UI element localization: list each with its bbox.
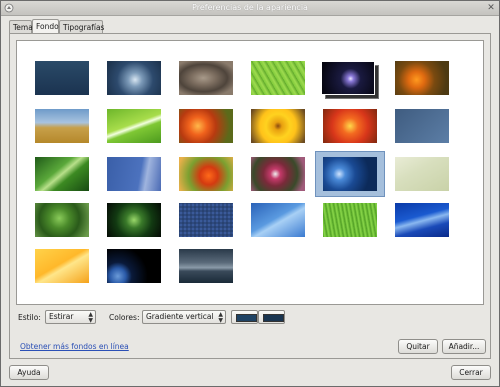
tab-tema[interactable]: Tema [9,20,33,33]
wallpaper-thumb[interactable] [179,157,233,191]
wallpaper-thumb[interactable] [395,203,449,237]
wallpaper-thumb[interactable] [35,61,89,95]
wallpaper-thumb[interactable] [395,61,449,95]
close-button[interactable]: Cerrar [451,365,491,380]
title-bar[interactable]: Preferencias de la apariencia ✕ [1,1,499,16]
colors-combo-value: Gradiente vertical [146,312,214,321]
wallpaper-thumb[interactable] [395,157,449,191]
remove-button[interactable]: Quitar [398,339,438,354]
wallpaper-thumb[interactable] [107,203,161,237]
primary-color-swatch [236,314,257,322]
window-title: Preferencias de la apariencia [192,3,308,12]
wallpaper-thumb[interactable] [251,157,305,191]
background-panel: Estilo: Estirar ▲ ▼ Colores: Gradiente ve… [9,33,491,359]
help-button[interactable]: Ayuda [9,365,49,380]
wallpaper-thumb[interactable] [35,203,89,237]
appearance-preferences-window: Preferencias de la apariencia ✕ Tema Fon… [0,0,500,387]
wallpaper-thumb[interactable] [179,61,233,95]
add-button[interactable]: Añadir... [442,339,486,354]
more-backgrounds-link[interactable]: Obtener más fondos en línea [20,342,129,351]
tab-fondo[interactable]: Fondo [32,19,59,33]
updown-arrows-icon: ▲ ▼ [88,311,93,324]
wallpaper-thumb[interactable] [323,157,377,191]
wallpaper-thumb[interactable] [323,109,377,143]
wallpaper-gallery[interactable] [16,40,484,305]
wallpaper-thumb[interactable] [35,157,89,191]
colors-combo[interactable]: Gradiente vertical ▲ ▼ [142,310,226,324]
wallpaper-thumb[interactable] [179,203,233,237]
style-combo[interactable]: Estirar ▲ ▼ [45,310,96,324]
colors-label: Colores: [109,313,140,322]
wallpaper-thumb[interactable] [107,249,161,283]
wallpaper-thumb[interactable] [321,61,375,95]
wallpaper-thumb[interactable] [35,249,89,283]
updown-arrows-icon: ▲ ▼ [218,311,223,324]
wallpaper-thumb[interactable] [179,109,233,143]
primary-color-button[interactable] [231,310,258,324]
wallpaper-thumb[interactable] [395,109,449,143]
secondary-color-swatch [263,314,284,322]
close-window-icon[interactable]: ✕ [486,3,496,13]
style-combo-value: Estirar [49,312,74,321]
wallpaper-thumb[interactable] [107,157,161,191]
wallpaper-thumb[interactable] [35,109,89,143]
wallpaper-thumb[interactable] [323,203,377,237]
style-label: Estilo: [18,313,41,322]
wallpaper-thumb[interactable] [251,203,305,237]
wallpaper-thumb[interactable] [251,109,305,143]
secondary-color-button[interactable] [258,310,285,324]
tab-tipografias[interactable]: Tipografías [59,20,104,33]
wallpaper-thumb[interactable] [107,109,161,143]
wallpaper-thumb[interactable] [251,61,305,95]
wallpaper-thumb[interactable] [107,61,161,95]
wallpaper-thumb[interactable] [179,249,233,283]
